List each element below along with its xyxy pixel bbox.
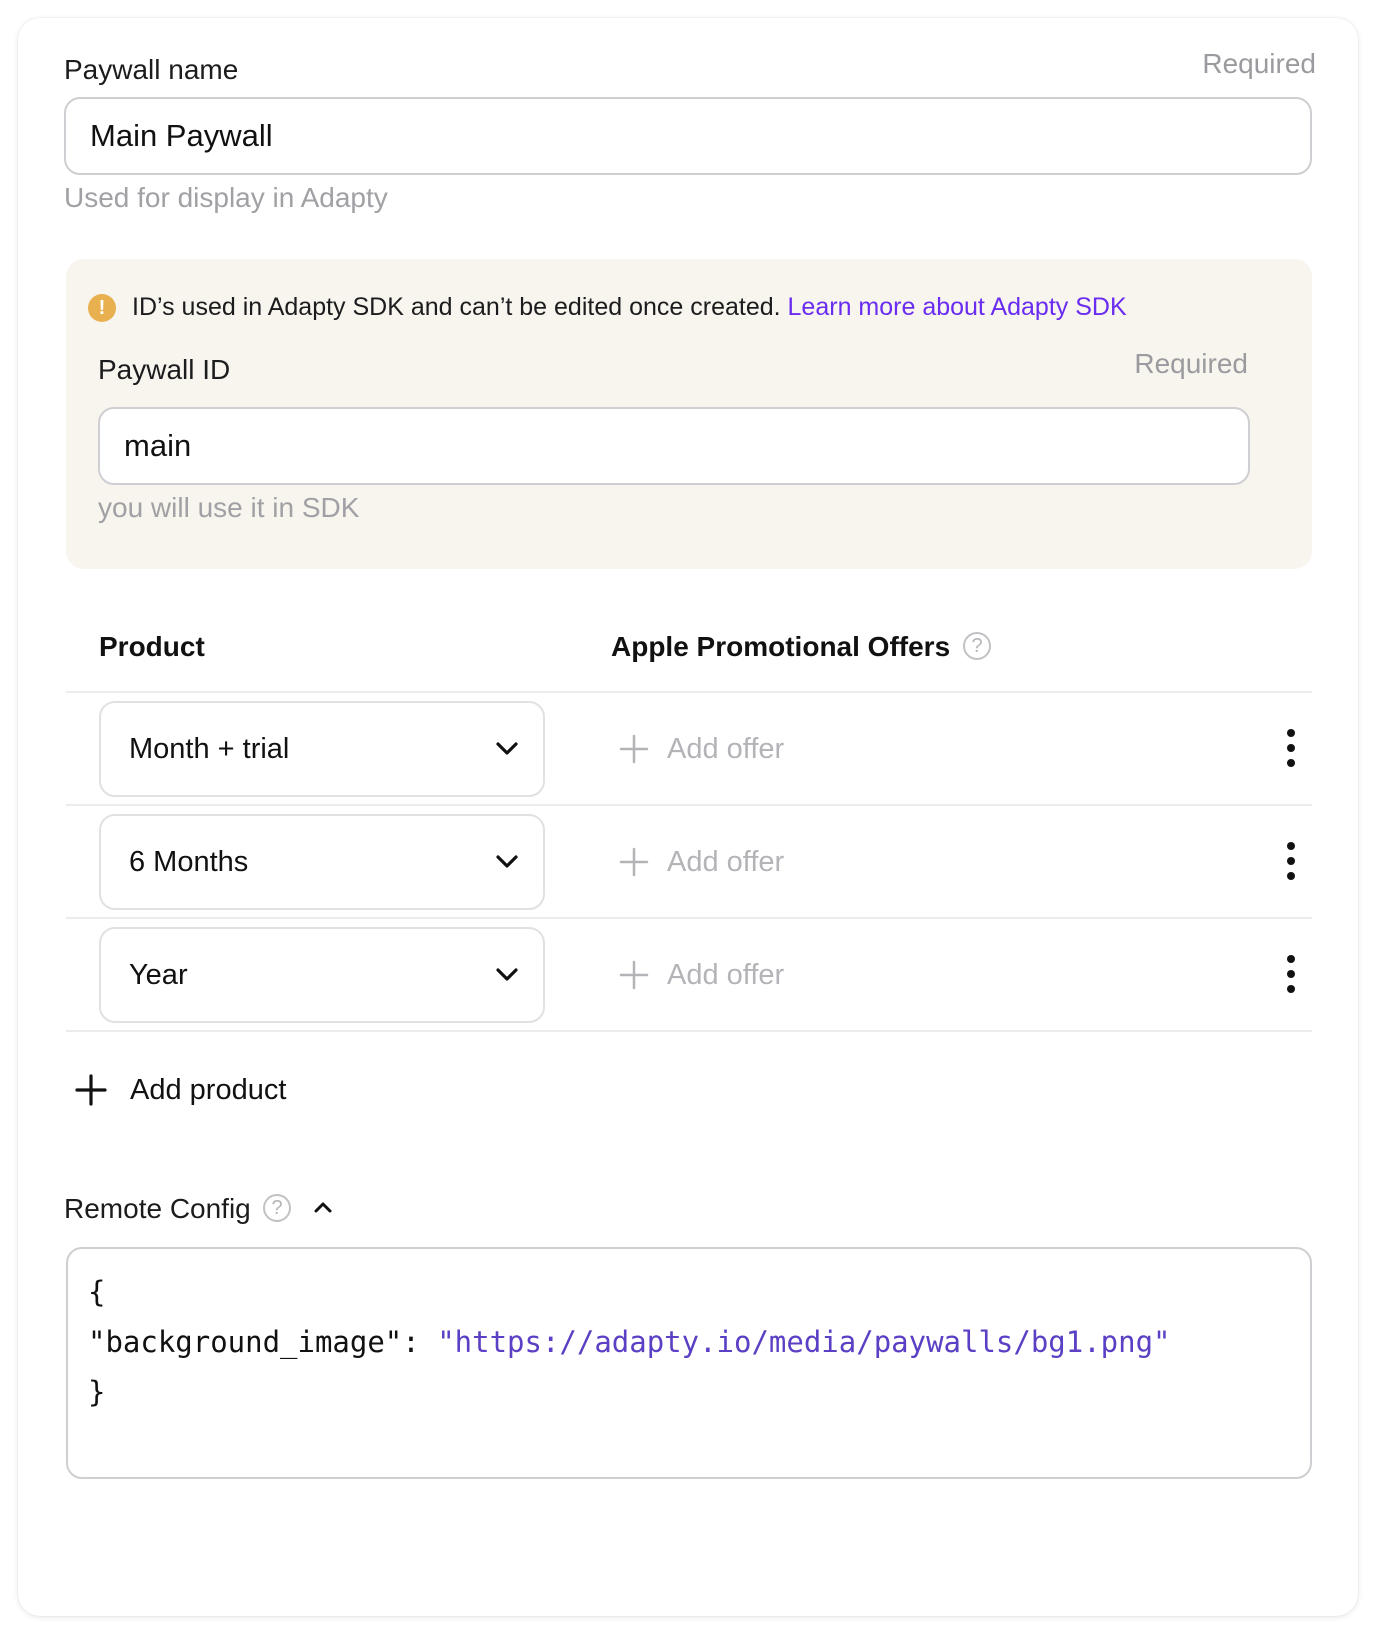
table-divider [66, 917, 1312, 919]
notice-text: ID’s used in Adapty SDK and can’t be edi… [132, 293, 781, 321]
table-divider [66, 804, 1312, 806]
code-key: "background_image": [88, 1325, 438, 1359]
code-line-open: { [88, 1275, 106, 1309]
add-product-label: Add product [130, 1073, 287, 1106]
paywall-id-label: Paywall ID [98, 354, 231, 385]
paywall-id-input[interactable]: main [98, 407, 1250, 485]
table-divider [66, 691, 1312, 693]
row-more-icon[interactable] [1283, 729, 1299, 773]
code-string: "https://adapty.io/media/paywalls/bg1.pn… [437, 1325, 1171, 1359]
paywall-id-hint: you will use it in SDK [98, 492, 360, 523]
product-select-value: Month + trial [129, 733, 290, 765]
offers-column-header: Apple Promotional Offers [611, 631, 951, 662]
add-offer-label: Add offer [667, 845, 785, 878]
add-product-button[interactable]: Add product [74, 1070, 286, 1110]
add-offer-button[interactable]: Add offer [619, 842, 784, 882]
chevron-down-icon [496, 855, 518, 868]
product-select[interactable]: Year [99, 927, 545, 1023]
add-offer-button[interactable]: Add offer [619, 729, 784, 769]
paywall-name-hint: Used for display in Adapty [64, 182, 388, 213]
offers-help-icon[interactable]: ? [963, 632, 991, 660]
paywall-id-required: Required [1134, 348, 1248, 379]
warning-icon: ! [88, 294, 116, 322]
plus-icon [619, 960, 649, 990]
product-column-header: Product [99, 631, 205, 662]
code-line-close: } [88, 1375, 106, 1409]
add-offer-button[interactable]: Add offer [619, 955, 784, 995]
add-offer-label: Add offer [667, 958, 785, 991]
paywall-name-value: Main Paywall [90, 118, 273, 153]
product-select-value: Year [129, 959, 188, 991]
remote-config-help-icon[interactable]: ? [263, 1194, 291, 1222]
chevron-down-icon [496, 968, 518, 981]
table-divider [66, 1030, 1312, 1032]
product-select[interactable]: 6 Months [99, 814, 545, 910]
remote-config-editor[interactable]: { "background_image": "https://adapty.io… [66, 1247, 1312, 1479]
paywall-name-input[interactable]: Main Paywall [64, 97, 1312, 175]
remote-config-label: Remote Config [64, 1193, 251, 1224]
product-select[interactable]: Month + trial [99, 701, 545, 797]
plus-icon [619, 734, 649, 764]
notice-message: ID’s used in Adapty SDK and can’t be edi… [132, 293, 1127, 322]
row-more-icon[interactable] [1283, 842, 1299, 886]
paywall-id-value: main [124, 428, 192, 463]
chevron-up-icon[interactable] [311, 1195, 335, 1219]
paywall-name-required: Required [1202, 48, 1316, 79]
sdk-notice: ! ID’s used in Adapty SDK and can’t be e… [66, 259, 1312, 569]
chevron-down-icon [496, 742, 518, 755]
product-select-value: 6 Months [129, 846, 249, 878]
plus-icon [619, 847, 649, 877]
paywall-name-label: Paywall name [64, 54, 239, 85]
plus-icon [75, 1074, 107, 1106]
add-offer-label: Add offer [667, 732, 785, 765]
learn-more-link[interactable]: Learn more about Adapty SDK [788, 293, 1127, 321]
row-more-icon[interactable] [1283, 955, 1299, 999]
code-line-entry: "background_image": "https://adapty.io/m… [88, 1317, 1310, 1367]
paywall-form-card: Paywall name Required Main Paywall Used … [18, 18, 1358, 1616]
